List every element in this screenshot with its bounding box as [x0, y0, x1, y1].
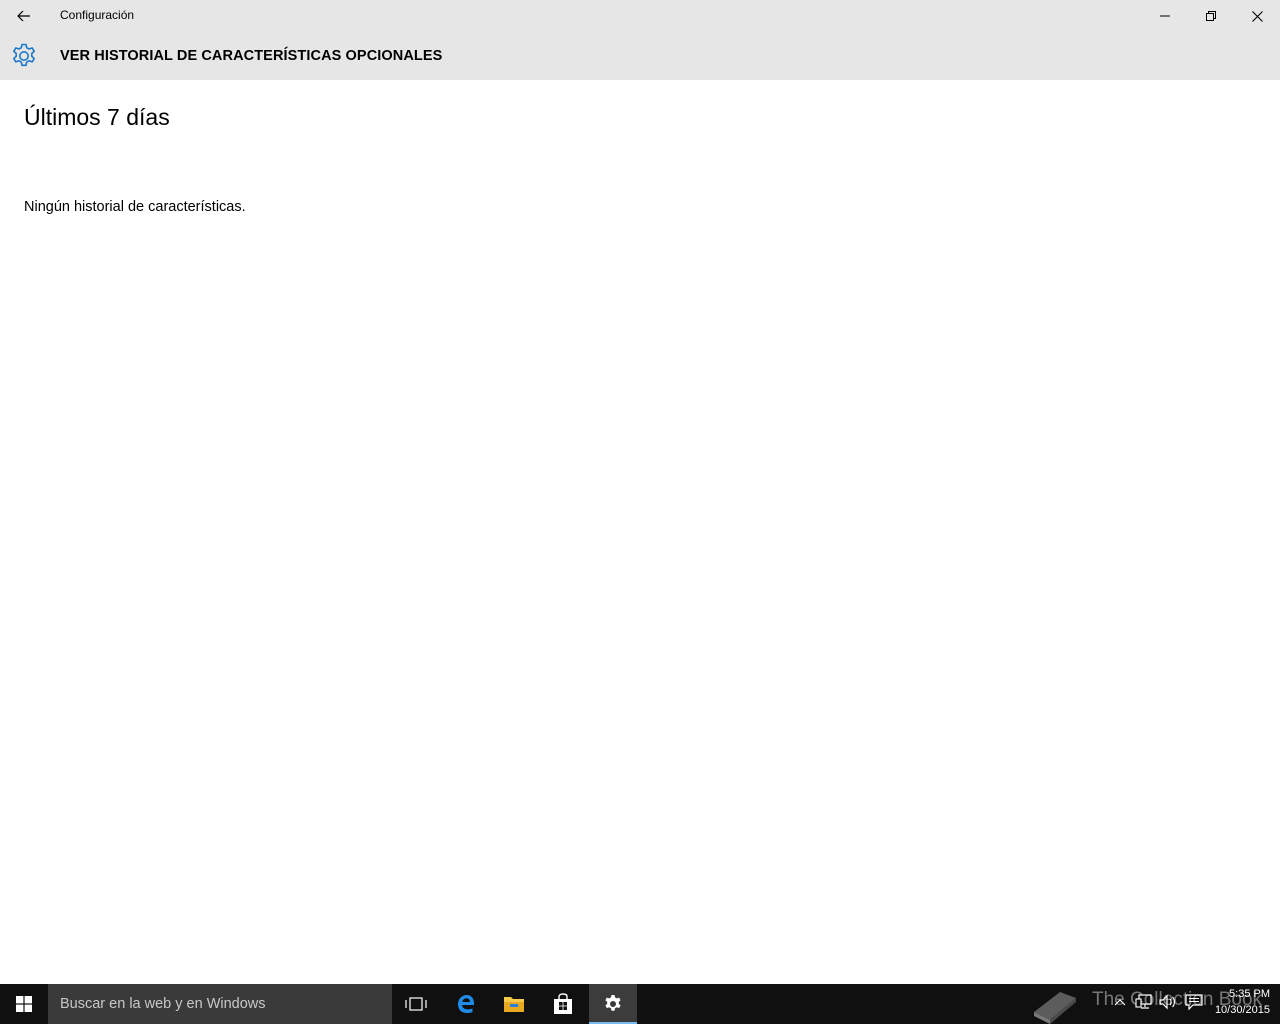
edge-button[interactable] [442, 984, 490, 1024]
settings-gear-icon [10, 42, 38, 70]
search-placeholder: Buscar en la web y en Windows [60, 996, 266, 1012]
clock-time: 5:35 PM [1229, 988, 1270, 1000]
section-title: Últimos 7 días [24, 104, 170, 130]
notification-icon [1185, 994, 1203, 1010]
task-view-icon [405, 997, 427, 1011]
volume-button[interactable] [1158, 990, 1180, 1014]
windows-logo-icon [16, 996, 32, 1012]
network-icon [1135, 994, 1152, 1009]
empty-history-message: Ningún historial de características. [24, 199, 246, 215]
task-view-button[interactable] [392, 984, 440, 1024]
app-title: Configuración [60, 8, 135, 22]
title-bar: Configuración [0, 0, 1280, 32]
show-hidden-icons-button[interactable] [1112, 990, 1128, 1014]
edge-icon [458, 995, 475, 1014]
start-button[interactable] [0, 984, 48, 1024]
minimize-button[interactable] [1142, 0, 1188, 32]
network-button[interactable] [1134, 990, 1154, 1014]
action-center-button[interactable] [1184, 990, 1204, 1014]
volume-icon [1159, 994, 1175, 1010]
minimize-icon [1160, 15, 1170, 17]
restore-button[interactable] [1188, 0, 1234, 32]
store-button[interactable] [539, 984, 587, 1024]
clock-date: 10/30/2015 [1214, 1004, 1270, 1016]
close-icon [1251, 10, 1263, 22]
page-title: VER HISTORIAL DE CARACTERÍSTICAS OPCIONA… [60, 48, 443, 64]
page-header: VER HISTORIAL DE CARACTERÍSTICAS OPCIONA… [0, 32, 1280, 80]
chevron-up-icon [1114, 999, 1126, 1006]
back-button[interactable] [0, 0, 48, 32]
restore-icon [1206, 11, 1216, 21]
taskbar-search-box[interactable]: Buscar en la web y en Windows [48, 984, 392, 1024]
store-icon [554, 993, 572, 1014]
file-explorer-icon [504, 997, 524, 1012]
taskbar-clock[interactable]: 5:35 PM 10/30/2015 [1206, 986, 1270, 1018]
taskbar: Buscar en la web y en Windows [0, 984, 1280, 1024]
file-explorer-button[interactable] [490, 984, 538, 1024]
back-arrow-icon [17, 10, 30, 22]
settings-taskbar-button[interactable] [589, 984, 637, 1024]
settings-icon [605, 995, 621, 1011]
close-button[interactable] [1234, 0, 1280, 32]
book-watermark-icon [1030, 984, 1082, 1024]
